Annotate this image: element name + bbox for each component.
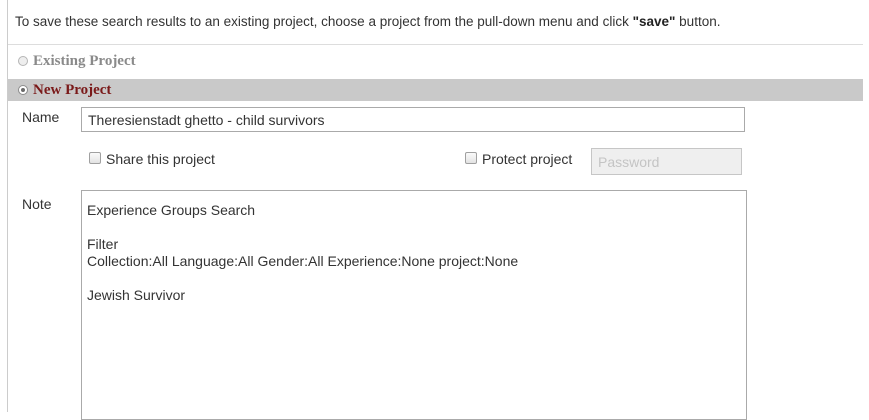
note-textarea[interactable]: Experience Groups Search Filter Collecti… — [81, 190, 747, 420]
name-label: Name — [22, 109, 60, 125]
note-line: Jewish Survivor — [87, 287, 186, 303]
password-input[interactable] — [591, 148, 742, 175]
new-project-radio[interactable] — [18, 85, 28, 95]
existing-project-radio[interactable] — [18, 56, 28, 66]
note-line: Filter — [87, 236, 119, 252]
instruction-emphasis: "save" — [632, 14, 676, 29]
new-project-option[interactable]: New Project — [8, 79, 863, 101]
divider — [8, 44, 863, 45]
instruction-text: To save these search results to an exist… — [15, 14, 720, 29]
note-line: Experience Groups Search — [87, 202, 256, 218]
new-project-label: New Project — [33, 81, 112, 98]
note-line — [87, 219, 741, 236]
instruction-prefix: To save these search results to an exist… — [15, 14, 633, 29]
instruction-suffix: button. — [675, 14, 721, 29]
existing-project-option[interactable]: Existing Project — [8, 50, 863, 72]
note-label: Note — [22, 196, 52, 212]
note-line: Collection:All Language:All Gender:All E… — [87, 253, 519, 269]
share-project-label[interactable]: Share this project — [106, 151, 215, 167]
note-line — [87, 270, 741, 287]
project-name-input[interactable] — [81, 107, 745, 132]
existing-project-label: Existing Project — [33, 52, 136, 69]
share-project-checkbox[interactable] — [89, 152, 101, 164]
protect-project-checkbox[interactable] — [465, 152, 477, 164]
protect-project-label[interactable]: Protect project — [482, 151, 572, 167]
